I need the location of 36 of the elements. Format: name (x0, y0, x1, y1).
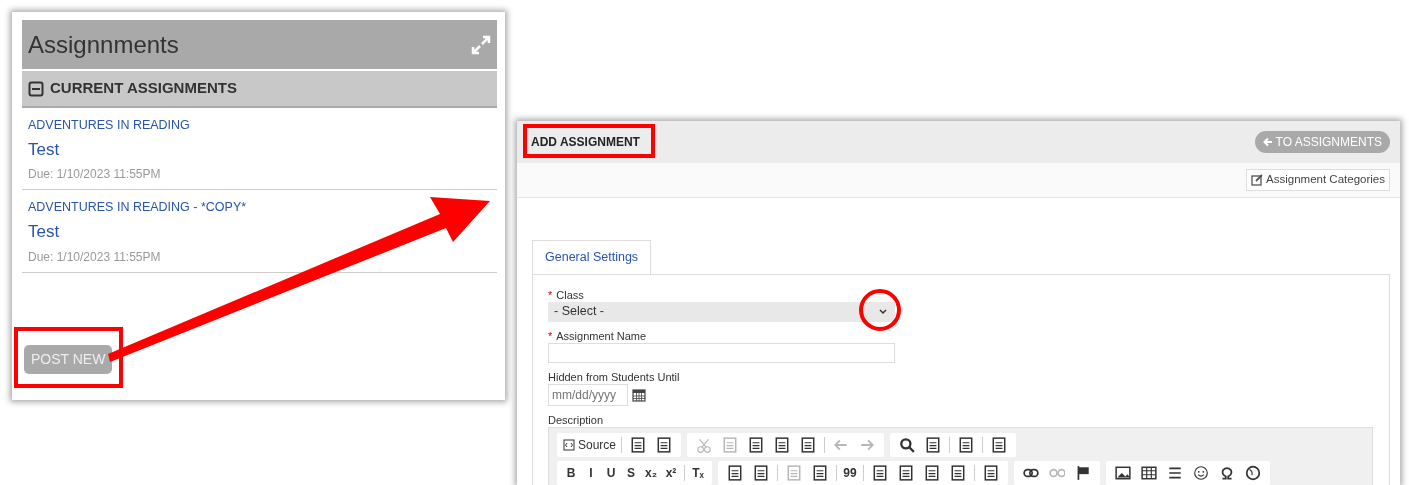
arrow-left-icon (1262, 137, 1273, 147)
format-button[interactable]: B (561, 462, 581, 483)
calendar-icon[interactable] (632, 387, 646, 402)
collapse-icon[interactable] (28, 80, 44, 97)
page-title: ADD ASSIGNMENT (531, 134, 640, 151)
text-field[interactable] (548, 342, 895, 363)
format-button[interactable]: x² (661, 462, 681, 483)
class-select[interactable]: - Select - (548, 301, 895, 322)
field-label: Class (556, 288, 584, 302)
categories-button[interactable]: Assignment Categories (1246, 169, 1390, 191)
field-label: Hidden from Students Until (548, 370, 680, 384)
required-label: * (548, 329, 553, 343)
format-button[interactable]: S (621, 462, 641, 483)
required-label: * (548, 288, 553, 302)
format-button[interactable]: I (581, 462, 601, 483)
field-label: Assignment Name (556, 329, 647, 343)
section-title: CURRENT ASSIGNMENTS (50, 78, 237, 99)
format-button[interactable]: x₂ (641, 462, 661, 483)
section-header[interactable]: CURRENT ASSIGNMENTS (22, 71, 497, 108)
field-label: Description (548, 413, 604, 427)
format-button[interactable]: U (601, 462, 621, 483)
edit-icon (1251, 174, 1264, 186)
chevron-down-icon (879, 308, 887, 315)
assignment-title[interactable]: Test (28, 136, 491, 163)
tab[interactable]: General Settings (532, 240, 652, 274)
highlight-circle (859, 289, 901, 331)
document-icon (563, 438, 575, 451)
format-button[interactable]: 99 (840, 462, 860, 483)
date-field[interactable]: mm/dd/yyyy (548, 383, 628, 406)
due-date: Due: 1/10/2023 11:55PM (28, 166, 162, 184)
format-button[interactable]: Tₓ (688, 462, 708, 483)
panel-title: Assignnments (28, 29, 179, 60)
assignment-title[interactable]: Test (28, 219, 491, 245)
class-link[interactable]: ADVENTURES IN READING - *COPY* (28, 198, 491, 217)
class-link[interactable]: ADVENTURES IN READING (28, 116, 491, 135)
due-date: Due: 1/10/2023 11:55PM (28, 248, 162, 266)
